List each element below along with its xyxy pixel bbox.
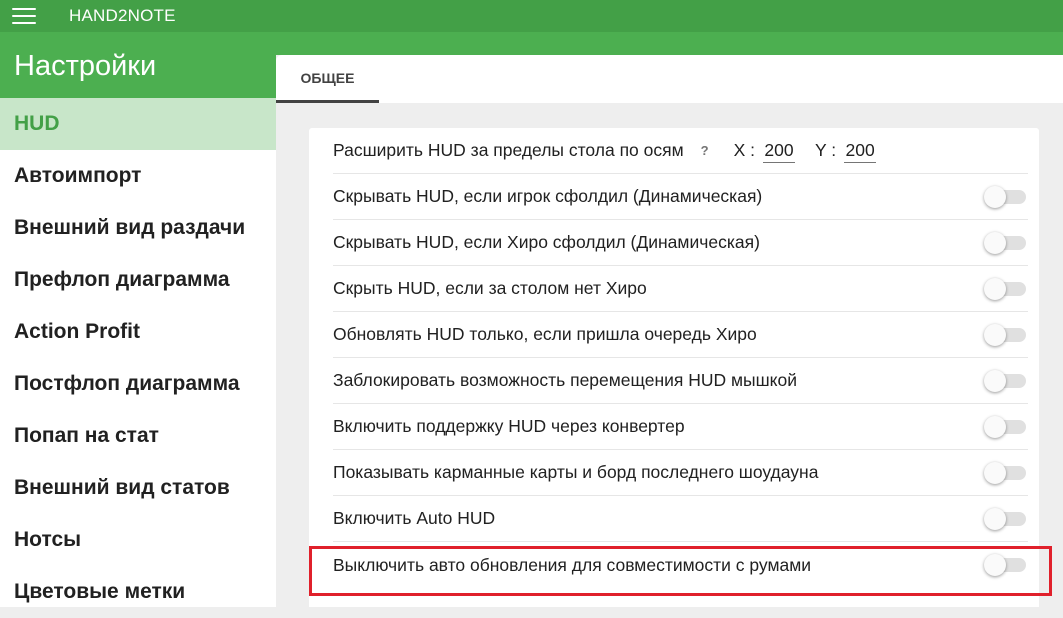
app-top-bar: HAND2NOTE [0, 0, 1063, 32]
update-on-hero-turn-toggle[interactable] [984, 324, 1028, 346]
setting-label: Скрывать HUD, если игрок сфолдил (Динами… [333, 186, 763, 206]
hide-if-no-hero-toggle[interactable] [984, 278, 1028, 300]
disable-auto-updates-toggle[interactable] [984, 554, 1028, 576]
setting-row-lock-hud-drag: Заблокировать возможность перемещения HU… [333, 358, 1028, 404]
extend-hud-row: Расширить HUD за пределы стола по осям ?… [333, 128, 1028, 174]
app-title: HAND2NOTE [69, 6, 176, 25]
setting-row-update-on-hero-turn: Обновлять HUD только, если пришла очеред… [333, 312, 1028, 358]
converter-support-toggle[interactable] [984, 416, 1028, 438]
sidebar: HUD Автоимпорт Внешний вид раздачи Префл… [0, 98, 276, 607]
y-axis-label: Y : [815, 140, 837, 160]
help-icon[interactable]: ? [701, 143, 709, 158]
sidebar-item-autoimport[interactable]: Автоимпорт [0, 150, 276, 202]
sidebar-item-hud[interactable]: HUD [0, 98, 276, 150]
x-axis-label: X : [733, 140, 756, 160]
setting-label: Скрыть HUD, если за столом нет Хиро [333, 278, 647, 298]
sidebar-item-stat-popup[interactable]: Попап на стат [0, 410, 276, 462]
setting-row-auto-hud: Включить Auto HUD [333, 496, 1028, 542]
lock-hud-drag-toggle[interactable] [984, 370, 1028, 392]
sidebar-item-stats-appearance[interactable]: Внешний вид статов [0, 462, 276, 514]
setting-label: Показывать карманные карты и борд послед… [333, 462, 819, 482]
setting-row-hide-if-hero-folded: Скрывать HUD, если Хиро сфолдил (Динамич… [333, 220, 1028, 266]
tab-general[interactable]: ОБЩЕЕ [276, 55, 379, 103]
sidebar-item-hand-appearance[interactable]: Внешний вид раздачи [0, 202, 276, 254]
sidebar-item-postflop-chart[interactable]: Постфлоп диаграмма [0, 358, 276, 410]
setting-row-disable-auto-updates: Выключить авто обновления для совместимо… [333, 542, 1028, 588]
settings-card: Расширить HUD за пределы стола по осям ?… [309, 128, 1039, 607]
y-axis-input[interactable] [844, 138, 877, 163]
setting-row-converter-support: Включить поддержку HUD через конвертер [333, 404, 1028, 450]
tab-strip: ОБЩЕЕ [276, 55, 1063, 103]
setting-row-hide-if-no-hero: Скрыть HUD, если за столом нет Хиро [333, 266, 1028, 312]
page-title: Настройки [14, 50, 157, 82]
hide-if-player-folded-toggle[interactable] [984, 186, 1028, 208]
sidebar-item-notes[interactable]: Нотсы [0, 514, 276, 566]
hide-if-hero-folded-toggle[interactable] [984, 232, 1028, 254]
extend-hud-label: Расширить HUD за пределы стола по осям [333, 140, 684, 160]
setting-row-show-last-showdown: Показывать карманные карты и борд послед… [333, 450, 1028, 496]
sidebar-item-action-profit[interactable]: Action Profit [0, 306, 276, 358]
setting-label: Включить Auto HUD [333, 508, 496, 528]
show-last-showdown-toggle[interactable] [984, 462, 1028, 484]
x-axis-input[interactable] [763, 138, 796, 163]
auto-hud-toggle[interactable] [984, 508, 1028, 530]
hamburger-menu-icon[interactable] [12, 8, 36, 24]
setting-label: Заблокировать возможность перемещения HU… [333, 370, 798, 390]
setting-label: Выключить авто обновления для совместимо… [333, 554, 812, 575]
sidebar-item-preflop-chart[interactable]: Префлоп диаграмма [0, 254, 276, 306]
setting-label: Обновлять HUD только, если пришла очеред… [333, 324, 757, 344]
settings-panel: ОБЩЕЕ Расширить HUD за пределы стола по … [276, 55, 1063, 607]
setting-label: Включить поддержку HUD через конвертер [333, 416, 685, 436]
setting-row-hide-if-player-folded: Скрывать HUD, если игрок сфолдил (Динами… [333, 174, 1028, 220]
sidebar-item-color-marks[interactable]: Цветовые метки [0, 566, 276, 618]
setting-label: Скрывать HUD, если Хиро сфолдил (Динамич… [333, 232, 760, 252]
